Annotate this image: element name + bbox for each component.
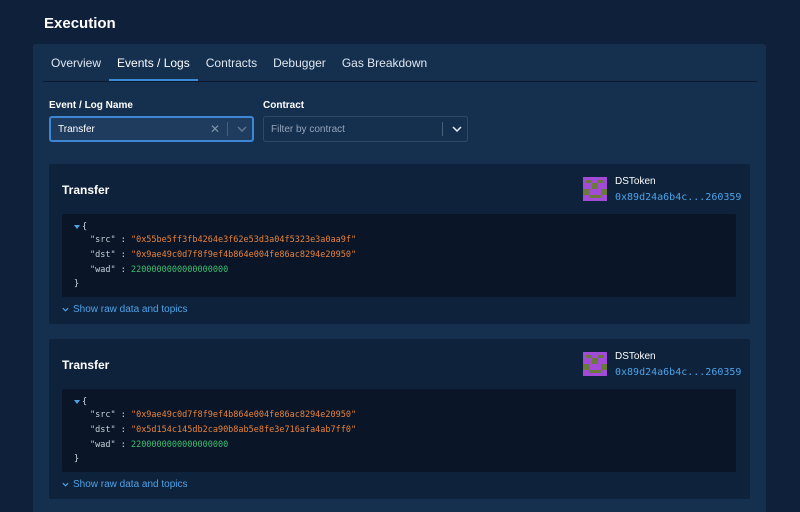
clear-icon[interactable]: ✕ (207, 122, 223, 136)
json-field-wad: "wad" : 2200000000000000000 (90, 440, 229, 450)
event-filter-label: Event / Log Name (49, 100, 133, 111)
chevron-down-icon[interactable] (447, 126, 467, 132)
select-separator (442, 122, 443, 136)
tab-gas-breakdown[interactable]: Gas Breakdown (334, 44, 435, 81)
select-separator (227, 122, 228, 136)
collapse-toggle-icon[interactable] (74, 225, 80, 229)
tab-bar: Overview Events / Logs Contracts Debugge… (43, 44, 757, 82)
show-raw-label: Show raw data and topics (73, 304, 188, 315)
event-name: Transfer (62, 358, 110, 372)
show-raw-label: Show raw data and topics (73, 479, 188, 490)
tab-contracts[interactable]: Contracts (198, 44, 265, 81)
contract-filter-placeholder: Filter by contract (271, 123, 345, 135)
event-json-viewer: { "src" : "0x9ae49c0d7f8f9ef4b864e004fe8… (62, 389, 736, 472)
contract-select[interactable]: Filter by contract (263, 116, 468, 142)
json-close-brace: } (74, 279, 80, 289)
tab-overview[interactable]: Overview (43, 44, 109, 81)
chevron-down-icon (62, 307, 69, 312)
tab-debugger[interactable]: Debugger (265, 44, 334, 81)
event-card: Transfer DSToken 0x89d24a6b4c...260359 {… (49, 164, 750, 324)
page-title: Execution (44, 15, 116, 32)
event-name-select[interactable]: Transfer ✕ (49, 116, 254, 142)
event-card: Transfer DSToken 0x89d24a6b4c...260359 {… (49, 339, 750, 499)
event-name-value: Transfer (58, 123, 95, 135)
json-close-brace: } (74, 454, 80, 464)
contract-name: DSToken (615, 351, 656, 362)
json-open-brace: { (82, 397, 88, 407)
show-raw-data-link[interactable]: Show raw data and topics (62, 479, 188, 490)
json-field-src: "src" : "0x55be5ff3fb4264e3f62e53d3a04f5… (90, 235, 357, 245)
contract-avatar-icon (583, 352, 607, 376)
event-json-viewer: { "src" : "0x55be5ff3fb4264e3f62e53d3a04… (62, 214, 736, 297)
contract-name: DSToken (615, 176, 656, 187)
contract-avatar-icon (583, 177, 607, 201)
chevron-down-icon[interactable] (232, 126, 252, 132)
json-open-brace: { (82, 222, 88, 232)
json-field-wad: "wad" : 2200000000000000000 (90, 265, 229, 275)
json-field-dst: "dst" : "0x5d154c145db2ca90b8ab5e8fe3e71… (90, 425, 357, 435)
collapse-toggle-icon[interactable] (74, 400, 80, 404)
event-name: Transfer (62, 183, 110, 197)
contract-filter-label: Contract (263, 100, 305, 111)
execution-panel: Overview Events / Logs Contracts Debugge… (33, 44, 766, 512)
contract-address-link[interactable]: 0x89d24a6b4c...260359 (615, 367, 741, 378)
tab-events-logs[interactable]: Events / Logs (109, 44, 198, 81)
chevron-down-icon (62, 482, 69, 487)
contract-address-link[interactable]: 0x89d24a6b4c...260359 (615, 192, 741, 203)
json-field-src: "src" : "0x9ae49c0d7f8f9ef4b864e004fe86a… (90, 410, 357, 420)
show-raw-data-link[interactable]: Show raw data and topics (62, 304, 188, 315)
json-field-dst: "dst" : "0x9ae49c0d7f8f9ef4b864e004fe86a… (90, 250, 357, 260)
